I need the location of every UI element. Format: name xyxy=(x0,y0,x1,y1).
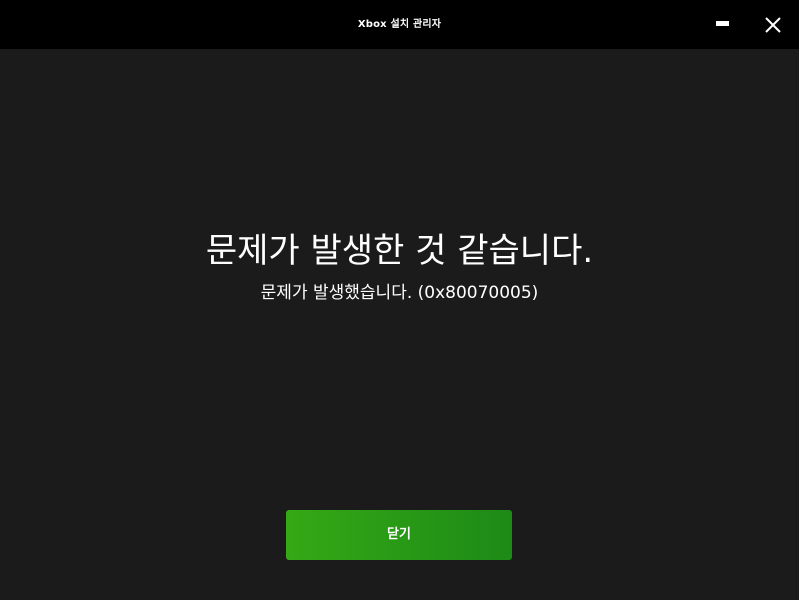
error-content: 문제가 발생한 것 같습니다. 문제가 발생했습니다. (0x80070005)… xyxy=(0,49,799,600)
error-message: 문제가 발생했습니다. (0x80070005) xyxy=(260,283,539,303)
minimize-button[interactable] xyxy=(699,0,747,49)
close-icon xyxy=(765,17,781,33)
window-title: Xbox 설치 관리자 xyxy=(357,19,442,30)
installer-window: Xbox 설치 관리자 문제가 발생한 것 같습니다. 문제가 발생했습니다. … xyxy=(0,0,799,600)
close-button[interactable]: 닫기 xyxy=(286,510,512,560)
window-close-button[interactable] xyxy=(749,0,797,49)
minimize-icon xyxy=(716,21,729,26)
error-heading: 문제가 발생한 것 같습니다. xyxy=(205,231,594,271)
title-bar: Xbox 설치 관리자 xyxy=(0,0,799,49)
